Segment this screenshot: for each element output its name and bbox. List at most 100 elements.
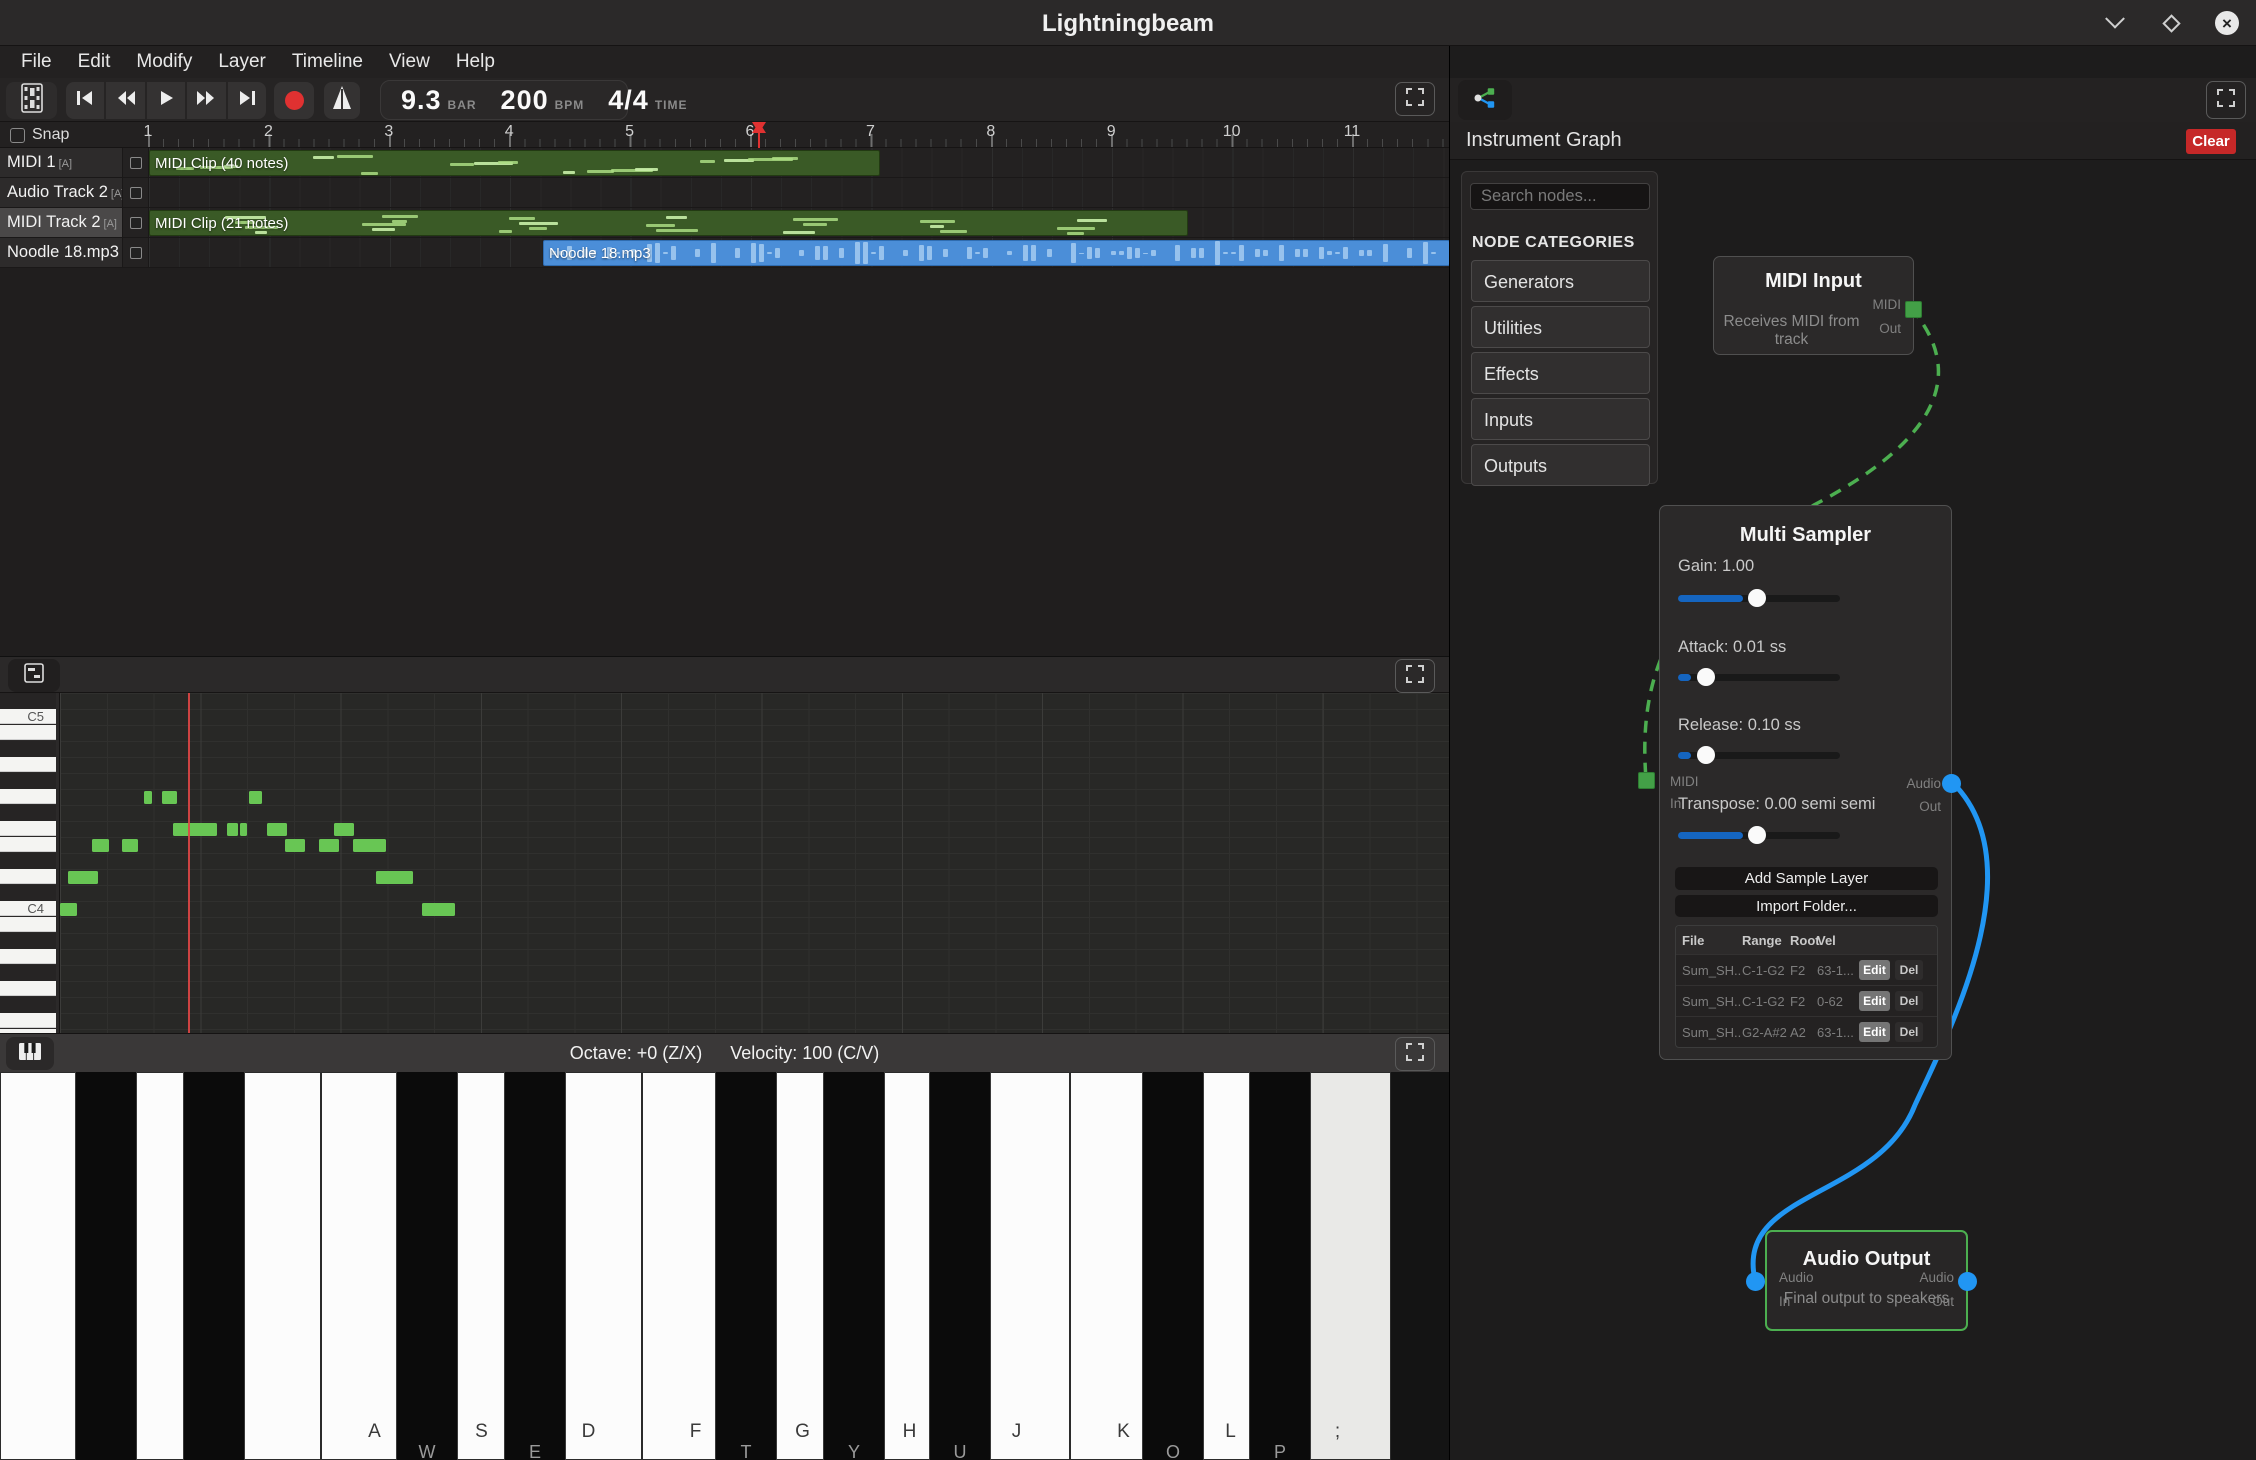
- category-inputs[interactable]: Inputs: [1471, 398, 1650, 440]
- midi-note[interactable]: [353, 839, 386, 852]
- piano-roll-white-key[interactable]: [0, 981, 56, 996]
- keyboard-view-button[interactable]: [6, 1037, 54, 1070]
- graph-expand-button[interactable]: [2206, 81, 2246, 119]
- piano-roll-black-key[interactable]: [0, 693, 56, 709]
- edit-button[interactable]: Edit: [1859, 960, 1890, 980]
- menu-file[interactable]: File: [8, 46, 65, 78]
- piano-roll-black-key[interactable]: [0, 933, 56, 949]
- midi-note[interactable]: [240, 823, 247, 836]
- piano-roll-white-key[interactable]: [0, 789, 56, 804]
- track-checkbox[interactable]: [130, 247, 142, 259]
- piano-roll-black-key[interactable]: [0, 997, 56, 1013]
- track-lane[interactable]: MIDI Clip (40 notes): [148, 148, 1449, 177]
- category-outputs[interactable]: Outputs: [1471, 444, 1650, 486]
- gain-slider[interactable]: [1678, 595, 1840, 602]
- menu-timeline[interactable]: Timeline: [279, 46, 376, 78]
- piano-roll-white-key[interactable]: [0, 1013, 56, 1028]
- minimize-button[interactable]: [2100, 8, 2130, 38]
- midi-note[interactable]: [92, 839, 109, 852]
- track-checkbox[interactable]: [130, 157, 142, 169]
- del-button[interactable]: Del: [1895, 960, 1923, 980]
- midi-note[interactable]: [285, 839, 305, 852]
- category-generators[interactable]: Generators: [1471, 260, 1650, 302]
- keyboard-expand-button[interactable]: [1395, 1037, 1435, 1071]
- midi-note[interactable]: [173, 823, 217, 836]
- midi-note[interactable]: [122, 839, 138, 852]
- audio-out-port[interactable]: [1958, 1272, 1977, 1291]
- audio-in-port[interactable]: [1746, 1272, 1765, 1291]
- midi-note[interactable]: [144, 791, 152, 804]
- piano-roll-grid[interactable]: [60, 693, 1449, 1033]
- midi-note[interactable]: [334, 823, 354, 836]
- release-slider[interactable]: [1678, 752, 1840, 759]
- menu-help[interactable]: Help: [443, 46, 508, 78]
- play-button[interactable]: [147, 82, 185, 119]
- timeline-empty-area[interactable]: [0, 268, 1449, 656]
- track-checkbox[interactable]: [130, 217, 142, 229]
- midi-note[interactable]: [422, 903, 455, 916]
- category-utilities[interactable]: Utilities: [1471, 306, 1650, 348]
- track-lane[interactable]: MIDI Clip (21 notes): [148, 208, 1449, 237]
- black-key-p[interactable]: P: [1249, 1072, 1311, 1460]
- search-input[interactable]: [1470, 183, 1650, 210]
- piano-roll-white-key[interactable]: [0, 917, 56, 932]
- menu-modify[interactable]: Modify: [123, 46, 205, 78]
- add-sample-layer-button[interactable]: Add Sample Layer: [1675, 867, 1938, 890]
- timeline-expand-button[interactable]: [1395, 82, 1435, 116]
- piano-roll-white-key[interactable]: [0, 837, 56, 852]
- menu-layer[interactable]: Layer: [205, 46, 279, 78]
- piano-roll-black-key[interactable]: [0, 773, 56, 789]
- track-header[interactable]: MIDI 1[A]: [0, 148, 122, 177]
- fast-forward-button[interactable]: [187, 82, 225, 119]
- close-button[interactable]: ×: [2212, 8, 2242, 38]
- edit-button[interactable]: Edit: [1859, 1022, 1890, 1042]
- audio-out-port[interactable]: [1942, 774, 1961, 793]
- black-key-u[interactable]: U: [929, 1072, 991, 1460]
- midi-note[interactable]: [249, 791, 262, 804]
- del-button[interactable]: Del: [1895, 991, 1923, 1011]
- audio-output-node[interactable]: Audio Output Final output to speakers Au…: [1765, 1230, 1968, 1331]
- ruler-lane[interactable]: 1234567891011: [148, 122, 1449, 147]
- track-checkbox[interactable]: [130, 187, 142, 199]
- piano-roll-black-key[interactable]: [0, 853, 56, 869]
- midi-out-port[interactable]: [1905, 301, 1922, 318]
- metronome-button[interactable]: [324, 82, 360, 119]
- black-key[interactable]: [183, 1072, 245, 1460]
- film-button[interactable]: [6, 82, 57, 119]
- piano-roll-black-key[interactable]: [0, 885, 56, 901]
- piano-roll-view-button[interactable]: [8, 659, 60, 692]
- maximize-button[interactable]: [2156, 8, 2186, 38]
- track-header[interactable]: MIDI Track 2[A]: [0, 208, 122, 237]
- clear-button[interactable]: Clear: [2186, 129, 2236, 154]
- piano-roll-white-key[interactable]: C5: [0, 709, 56, 724]
- menu-edit[interactable]: Edit: [65, 46, 124, 78]
- piano-roll-white-key[interactable]: [0, 757, 56, 772]
- graph-canvas[interactable]: NODE CATEGORIES GeneratorsUtilitiesEffec…: [1450, 160, 2256, 1460]
- midi-in-port[interactable]: [1638, 772, 1655, 789]
- track-lane[interactable]: [148, 178, 1449, 207]
- midi-note[interactable]: [68, 871, 98, 884]
- piano-roll-black-key[interactable]: [0, 805, 56, 821]
- black-key[interactable]: [75, 1072, 137, 1460]
- midi-note[interactable]: [376, 871, 413, 884]
- track-lane[interactable]: Noodle 18.mp3: [148, 238, 1449, 267]
- midi-note[interactable]: [267, 823, 287, 836]
- menu-view[interactable]: View: [376, 46, 443, 78]
- multi-sampler-node[interactable]: Multi Sampler MIDI In Audio Out Add Samp…: [1659, 505, 1952, 1060]
- audio-clip[interactable]: Noodle 18.mp3: [543, 240, 1450, 266]
- record-button[interactable]: [274, 82, 314, 119]
- piano-roll-white-key[interactable]: [0, 949, 56, 964]
- rewind-button[interactable]: [106, 82, 144, 119]
- snap-checkbox[interactable]: [10, 128, 25, 143]
- attack-slider[interactable]: [1678, 674, 1840, 681]
- black-key-y[interactable]: Y: [823, 1072, 885, 1460]
- black-key-o[interactable]: O: [1142, 1072, 1204, 1460]
- skip-to-end-button[interactable]: [228, 82, 266, 119]
- piano-roll-expand-button[interactable]: [1395, 659, 1435, 693]
- piano-roll-black-key[interactable]: [0, 741, 56, 757]
- midi-note[interactable]: [162, 791, 177, 804]
- black-key-w[interactable]: W: [396, 1072, 458, 1460]
- midi-note[interactable]: [319, 839, 339, 852]
- midi-clip[interactable]: MIDI Clip (21 notes): [149, 210, 1188, 236]
- midi-input-node[interactable]: MIDI Input Receives MIDI from track MIDI…: [1713, 256, 1914, 355]
